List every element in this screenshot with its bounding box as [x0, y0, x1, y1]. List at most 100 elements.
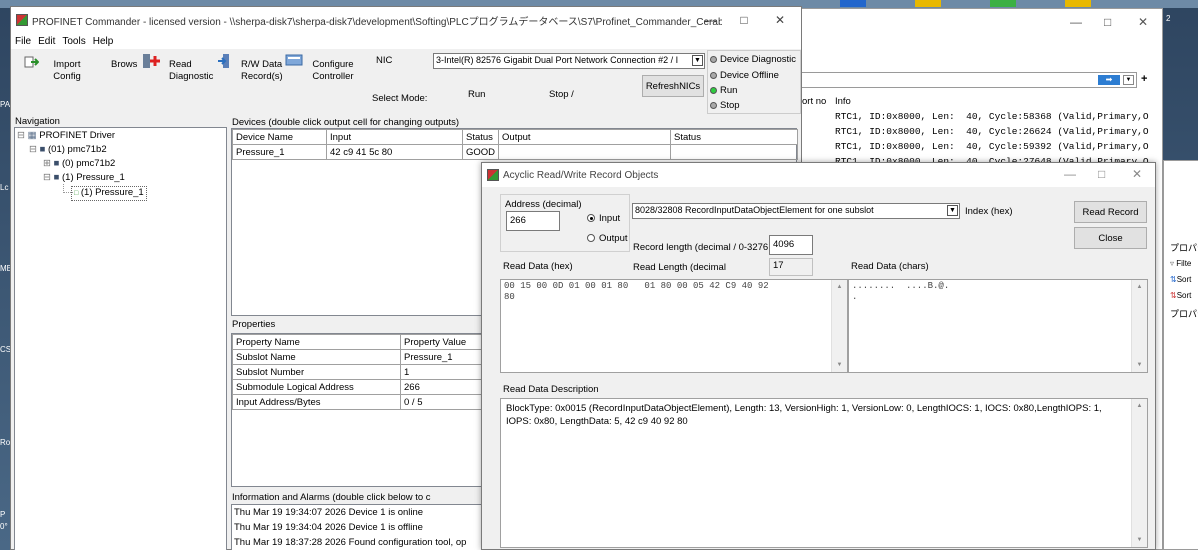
- go-arrow-icon[interactable]: ➡: [1098, 75, 1120, 85]
- read-diagnostic-button[interactable]: Read Diagnostic: [169, 59, 219, 83]
- address-input[interactable]: 266: [506, 211, 560, 231]
- tree-node[interactable]: ⊟ ■ (01) pmc71b2: [29, 144, 107, 156]
- dialog-titlebar[interactable]: Acyclic Read/Write Record Objects: [482, 163, 1155, 187]
- minimize-button[interactable]: —: [693, 7, 727, 33]
- dropdown-arrow-icon[interactable]: ▼: [1123, 75, 1134, 85]
- bg-address-bar[interactable]: ➡ ▼: [794, 72, 1137, 88]
- desktop-label[interactable]: PA: [0, 100, 10, 109]
- collapse-icon[interactable]: ⊟: [29, 144, 37, 155]
- cell-output[interactable]: [498, 144, 672, 160]
- collapse-icon[interactable]: ⊟: [43, 172, 51, 183]
- radio-input[interactable]: Input: [587, 213, 620, 224]
- read-record-button[interactable]: Read Record: [1074, 201, 1147, 223]
- nic-select[interactable]: 3-Intel(R) 82576 Gigabit Dual Port Netwo…: [433, 53, 705, 69]
- sort-item[interactable]: ⇅Sort: [1170, 291, 1191, 300]
- right-window-footer: プロパテ: [1170, 309, 1198, 319]
- tree-node-selected[interactable]: □ (1) Pressure_1: [71, 186, 147, 201]
- menu-edit[interactable]: Edit: [38, 36, 55, 47]
- status-label: Device Offline: [720, 70, 779, 81]
- radio-checked-icon[interactable]: [587, 214, 595, 223]
- main-titlebar[interactable]: PROFINET Commander - licensed version - …: [11, 7, 801, 33]
- maximize-icon[interactable]: □: [1104, 15, 1111, 29]
- plus-icon[interactable]: +: [1141, 73, 1147, 85]
- col-input[interactable]: Input: [326, 129, 463, 145]
- mode-run[interactable]: Run: [468, 89, 485, 100]
- import-icon[interactable]: [23, 55, 40, 69]
- desc-area[interactable]: BlockType: 0x0015 (RecordInputDataObject…: [500, 398, 1148, 548]
- menu-help[interactable]: Help: [93, 36, 114, 47]
- import-config-button[interactable]: Import Config: [39, 59, 95, 83]
- device-icon: ■: [39, 144, 46, 155]
- list-item[interactable]: Thu Mar 19 19:34:07 2026 Device 1 is onl…: [234, 507, 423, 518]
- char-data-area[interactable]: ........ ....B.@. . ▲ ▼: [848, 279, 1148, 373]
- col-property-name[interactable]: Property Name: [232, 334, 401, 350]
- log-line: RTC1, ID:0x8000, Len: 40, Cycle:59392 (V…: [835, 141, 1149, 152]
- list-item[interactable]: Thu Mar 19 19:34:04 2026 Device 1 is off…: [234, 522, 423, 533]
- dialog-maximize-icon[interactable]: □: [1098, 167, 1105, 181]
- configure-controller-button[interactable]: Configure Controller: [307, 59, 359, 83]
- close-icon[interactable]: ✕: [1138, 15, 1148, 29]
- rw-data-records-button[interactable]: R/W Data Record(s): [241, 59, 291, 83]
- col-device-name[interactable]: Device Name: [232, 129, 327, 145]
- menu-tools[interactable]: Tools: [62, 36, 85, 47]
- tree-node[interactable]: ⊟ ■ (1) Pressure_1: [43, 172, 125, 184]
- close-dialog-button[interactable]: Close: [1074, 227, 1147, 249]
- cell-device-name[interactable]: Pressure_1: [232, 144, 327, 160]
- col-output[interactable]: Output: [498, 129, 672, 145]
- read-diagnostic-icon[interactable]: [217, 53, 233, 68]
- refresh-nics-button[interactable]: RefreshNICs: [642, 75, 704, 97]
- nic-value: 3-Intel(R) 82576 Gigabit Dual Port Netwo…: [436, 55, 679, 65]
- char-scrollbar[interactable]: ▲ ▼: [1131, 280, 1147, 372]
- collapse-icon[interactable]: ⊟: [17, 130, 25, 141]
- scroll-up-icon[interactable]: ▲: [1132, 280, 1147, 294]
- tree-node[interactable]: ⊞ ■ (0) pmc71b2: [43, 158, 115, 170]
- desc-scrollbar[interactable]: ▲ ▼: [1131, 399, 1147, 547]
- right-properties-window[interactable]: プロパテ ▿ Filte ⇅Sort ⇅Sort プロパテ: [1163, 160, 1198, 550]
- record-select[interactable]: 8028/32808 RecordInputDataObjectElement …: [632, 203, 960, 219]
- col-status[interactable]: Status: [461, 129, 500, 145]
- scroll-down-icon[interactable]: ▼: [1132, 533, 1147, 547]
- dialog-minimize-icon[interactable]: —: [1064, 167, 1076, 181]
- scroll-down-icon[interactable]: ▼: [832, 358, 847, 372]
- close-button[interactable]: ✕: [763, 7, 797, 33]
- cell-input[interactable]: 42 c9 41 5c 80: [326, 144, 463, 160]
- table-row[interactable]: Pressure_1 42 c9 41 5c 80 GOOD: [232, 144, 798, 160]
- sort-label: Sort: [1176, 291, 1192, 300]
- mode-stop[interactable]: Stop /: [549, 89, 574, 100]
- radio-output[interactable]: Output: [587, 233, 628, 244]
- desktop-label[interactable]: Lc: [0, 183, 8, 192]
- devices-table[interactable]: Device Name Input Status Output Status P…: [232, 129, 798, 160]
- record-length-input[interactable]: 4096: [769, 235, 813, 255]
- hex-data-area[interactable]: 00 15 00 0D 01 00 01 80 01 80 00 05 42 C…: [500, 279, 848, 373]
- desktop-label[interactable]: Ro: [0, 438, 10, 447]
- expand-icon[interactable]: ⊞: [43, 158, 51, 169]
- filter-item[interactable]: ▿ Filte: [1170, 259, 1191, 268]
- chevron-down-icon[interactable]: ▼: [947, 205, 958, 216]
- cell-output-status[interactable]: [670, 144, 798, 160]
- dialog-app-icon: [487, 169, 499, 181]
- radio-unchecked-icon[interactable]: [587, 234, 595, 243]
- chevron-down-icon[interactable]: ▼: [692, 55, 703, 66]
- acyclic-dialog[interactable]: Acyclic Read/Write Record Objects — □ ✕ …: [481, 162, 1156, 550]
- desktop-label[interactable]: P: [0, 510, 5, 519]
- rw-data-icon[interactable]: [285, 53, 303, 67]
- scroll-up-icon[interactable]: ▲: [832, 280, 847, 294]
- scroll-down-icon[interactable]: ▼: [1132, 358, 1147, 372]
- col-output-status[interactable]: Status: [670, 129, 798, 145]
- sort-item[interactable]: ⇅Sort: [1170, 275, 1191, 284]
- hex-scrollbar[interactable]: ▲ ▼: [831, 280, 847, 372]
- list-item[interactable]: Thu Mar 19 18:37:28 2026 Found configura…: [234, 537, 466, 548]
- scroll-up-icon[interactable]: ▲: [1132, 399, 1147, 413]
- browse-button[interactable]: Brows: [111, 59, 143, 71]
- add-device-icon[interactable]: [142, 53, 160, 68]
- minimize-icon[interactable]: —: [1070, 15, 1082, 29]
- status-dot-icon: [710, 55, 717, 63]
- dialog-close-icon[interactable]: ✕: [1132, 167, 1142, 181]
- tree-node[interactable]: ⊟ ▦ PROFINET Driver: [17, 130, 115, 142]
- maximize-button[interactable]: □: [727, 7, 761, 33]
- navigation-tree[interactable]: ⊟ ▦ PROFINET Driver ⊟ ■ (01) pmc71b2 ⊞ ■…: [14, 127, 227, 550]
- cell-status[interactable]: GOOD: [461, 144, 500, 160]
- menu-file[interactable]: File: [15, 36, 31, 47]
- nic-label: NIC: [376, 55, 393, 66]
- desktop-label[interactable]: 0°: [0, 522, 8, 531]
